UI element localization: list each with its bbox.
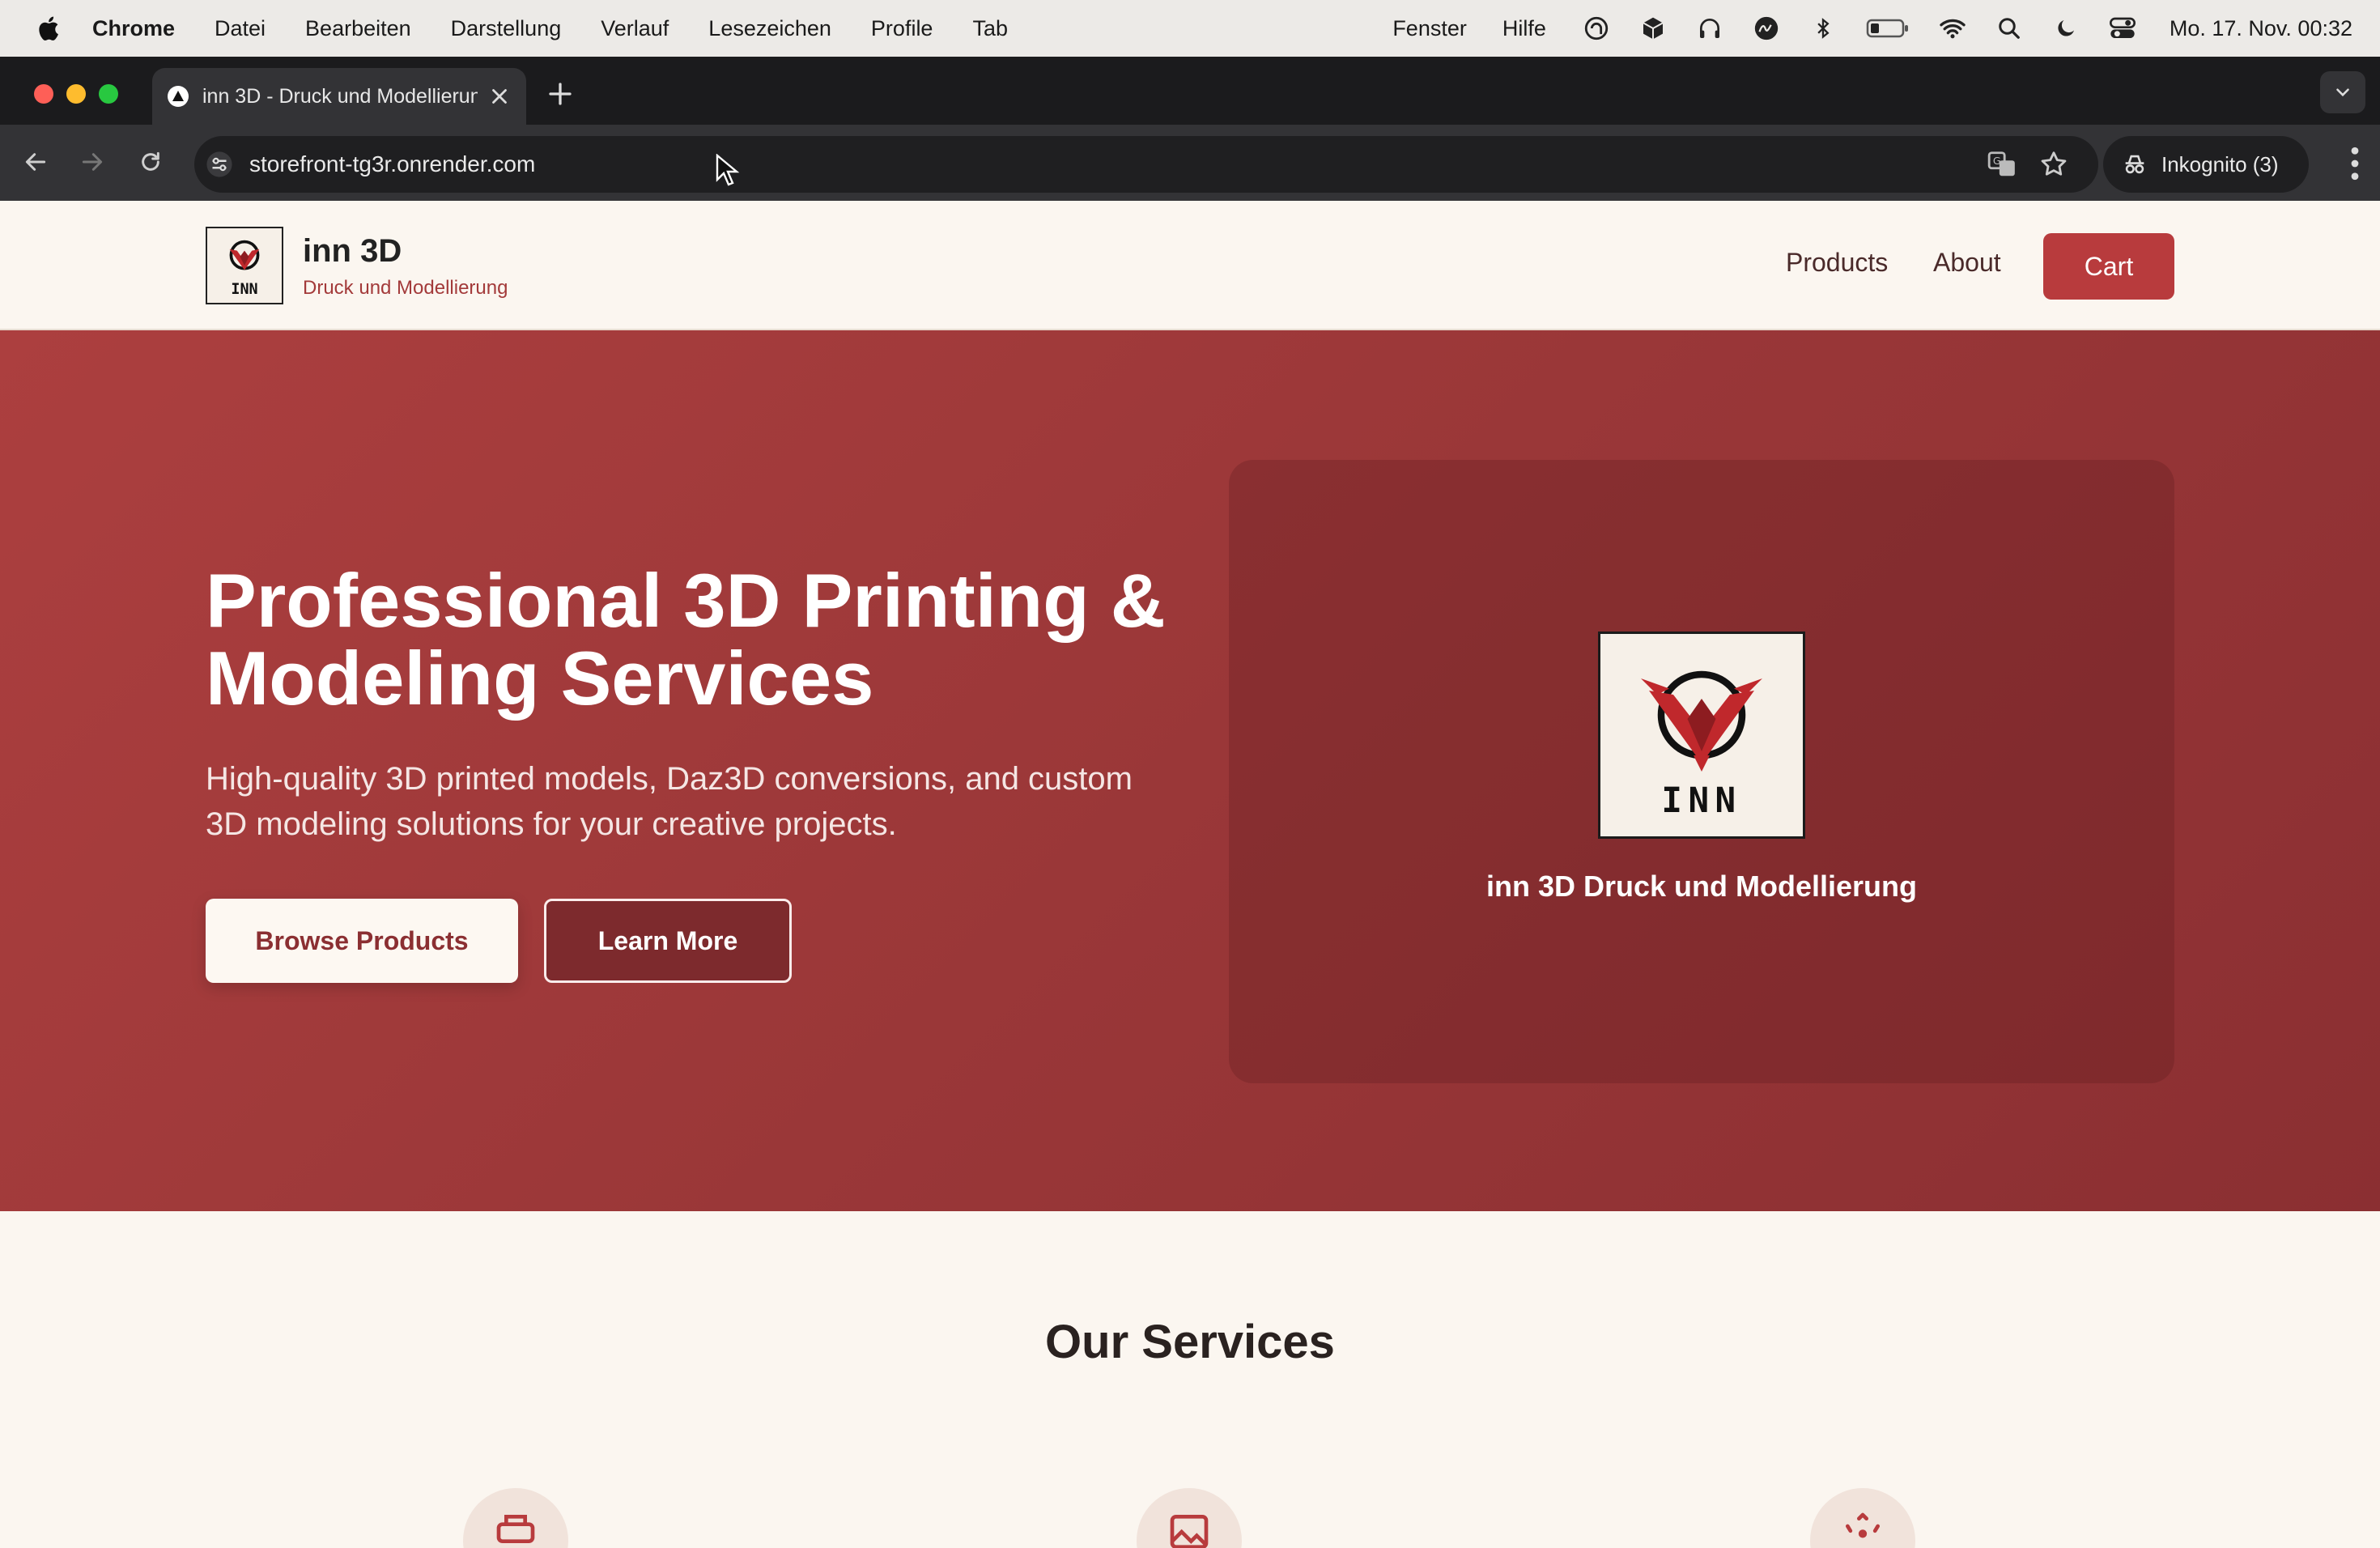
reload-icon (142, 151, 159, 171)
site-header: INN inn 3D Druck und Modellierung Produc… (0, 201, 2380, 330)
new-tab-plus-icon[interactable] (546, 79, 575, 108)
brand-tagline: Druck und Modellierung (303, 277, 508, 299)
close-tab-icon[interactable] (487, 84, 512, 108)
menu-datei[interactable]: Datei (215, 16, 266, 41)
focus-moon-icon[interactable] (2051, 14, 2080, 43)
menu-app-name[interactable]: Chrome (92, 16, 175, 41)
signature-icon[interactable] (1752, 14, 1781, 43)
services-heading: Our Services (1045, 1316, 1335, 1368)
menu-lesezeichen[interactable]: Lesezeichen (708, 16, 831, 41)
spotlight-search-icon[interactable] (1995, 14, 2024, 43)
eagle-logo-large-icon: INN (1641, 670, 1762, 821)
tab-search-dropdown[interactable] (2320, 71, 2365, 113)
reload-button[interactable] (133, 144, 168, 180)
more-menu-icon[interactable] (2349, 146, 2361, 181)
wifi-icon[interactable] (1938, 14, 1967, 43)
apple-icon[interactable] (36, 15, 60, 42)
hero-brand-card: INN inn 3D Druck und Modellierung (1229, 460, 2174, 1083)
nav-about-link[interactable]: About (1933, 248, 2001, 278)
bookmark-star-icon[interactable] (2038, 149, 2069, 180)
nav-products-link[interactable]: Products (1786, 248, 1888, 278)
menubar-clock[interactable]: Mo. 17. Nov. 00:32 (2170, 16, 2352, 41)
menu-hilfe[interactable]: Hilfe (1502, 16, 1546, 41)
tab-strip: inn 3D - Druck und Modellierung (0, 57, 2380, 125)
cube-icon[interactable] (1638, 14, 1668, 43)
bluetooth-icon[interactable] (1808, 14, 1838, 43)
hero-title-line-1: Professional 3D Printing & (206, 558, 1166, 643)
battery-icon[interactable] (1865, 14, 1910, 43)
site-info-tune-icon[interactable] (206, 151, 233, 178)
printer-icon (496, 1515, 535, 1543)
menu-tab[interactable]: Tab (972, 16, 1008, 41)
brand-name[interactable]: inn 3D (303, 233, 402, 270)
close-window-button[interactable] (34, 84, 53, 104)
control-center-icon[interactable] (2108, 14, 2137, 43)
service-conversion-icon-badge (1810, 1488, 1915, 1548)
menubar-right: Fenster Hilfe Mo. 17. Nov. 00:32 (1392, 0, 2352, 57)
hero-logo: INN (1598, 632, 1805, 839)
arrow-right-icon (82, 153, 103, 171)
hero-card-caption: inn 3D Druck und Modellierung (1485, 870, 1918, 903)
incognito-indicator[interactable]: Inkognito (3) (2103, 136, 2309, 193)
logo-text-large: INN (1661, 781, 1741, 821)
svg-text:G: G (1993, 155, 2001, 167)
forward-button[interactable] (74, 144, 110, 180)
hero-title: Professional 3D Printing & Modeling Serv… (206, 562, 1258, 717)
website-viewport: INN inn 3D Druck und Modellierung Produc… (0, 201, 2380, 1548)
chevron-down-icon (2336, 88, 2349, 97)
logo-text-small: INN (231, 281, 257, 298)
incognito-label: Inkognito (3) (2161, 151, 2279, 176)
browser-chrome: inn 3D - Druck und Modellierung storefro… (0, 57, 2380, 201)
menu-fenster[interactable]: Fenster (1392, 16, 1467, 41)
translate-icon[interactable]: G (1987, 149, 2017, 180)
triangle-favicon-icon (168, 86, 189, 107)
menu-profile[interactable]: Profile (871, 16, 933, 41)
browser-tab-active[interactable]: inn 3D - Druck und Modellierung (152, 68, 526, 125)
cart-button[interactable]: Cart (2043, 233, 2174, 300)
3d-shape-icon (1846, 1512, 1880, 1538)
address-bar[interactable]: storefront-tg3r.onrender.com G (194, 136, 2098, 193)
menu-bearbeiten[interactable]: Bearbeiten (305, 16, 411, 41)
minimize-window-button[interactable] (66, 84, 86, 104)
hero-subtitle-line-2: 3D modeling solutions for your creative … (206, 806, 897, 842)
arrow-left-icon (25, 153, 46, 171)
hero-title-line-2: Modeling Services (206, 636, 874, 721)
headphones-icon[interactable] (1695, 14, 1724, 43)
service-printing-icon-badge (463, 1488, 568, 1548)
maximize-window-button[interactable] (99, 84, 118, 104)
incognito-icon (2125, 155, 2144, 174)
url-text[interactable]: storefront-tg3r.onrender.com (249, 151, 535, 177)
image-icon (1170, 1515, 1209, 1548)
macos-menubar: Chrome Datei Bearbeiten Darstellung Verl… (0, 0, 2380, 57)
service-modeling-icon-badge (1137, 1488, 1242, 1548)
browser-toolbar: storefront-tg3r.onrender.com G Inkognito… (0, 125, 2380, 201)
menu-verlauf[interactable]: Verlauf (601, 16, 669, 41)
learn-more-button[interactable]: Learn More (544, 899, 792, 983)
menu-darstellung[interactable]: Darstellung (451, 16, 562, 41)
browse-products-button[interactable]: Browse Products (206, 899, 518, 983)
hero-subtitle-line-1: High-quality 3D printed models, Daz3D co… (206, 761, 1133, 797)
tab-title: inn 3D - Druck und Modellierung (202, 84, 478, 108)
mouse-cursor-icon (716, 154, 740, 186)
site-logo[interactable]: INN (206, 227, 283, 304)
hero-subtitle: High-quality 3D printed models, Daz3D co… (206, 756, 1177, 847)
vpn-icon[interactable] (1582, 14, 1611, 43)
back-button[interactable] (18, 144, 53, 180)
eagle-logo-icon: INN (229, 240, 260, 298)
hero-section: Professional 3D Printing & Modeling Serv… (0, 330, 2380, 1211)
